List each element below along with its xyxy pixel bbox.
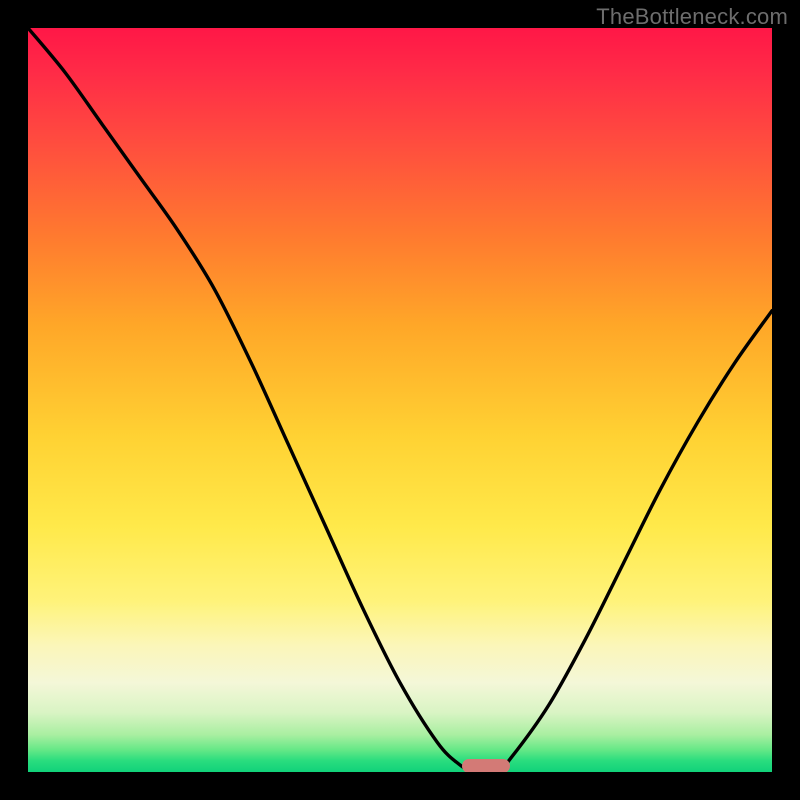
bottleneck-curve [28, 28, 772, 772]
curve-svg [28, 28, 772, 772]
chart-frame: TheBottleneck.com [0, 0, 800, 800]
watermark-text: TheBottleneck.com [596, 4, 788, 30]
plot-area [28, 28, 772, 772]
optimal-marker [462, 759, 510, 772]
